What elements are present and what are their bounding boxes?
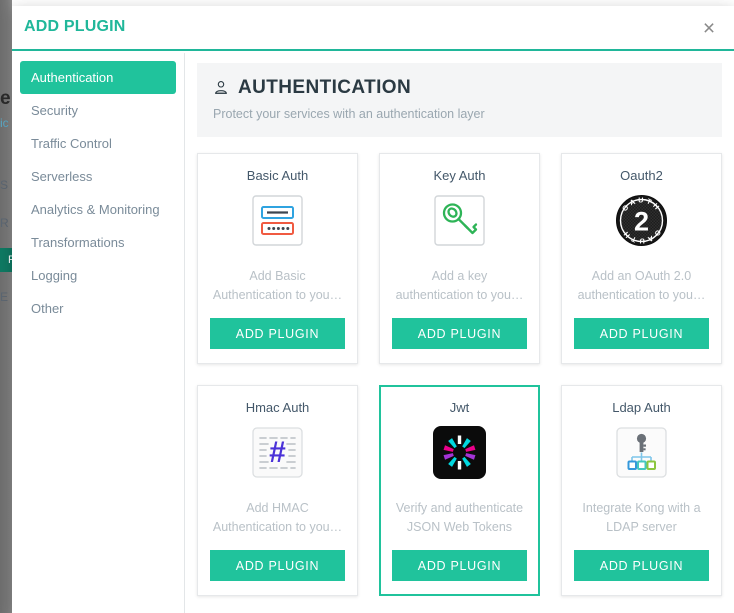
- sidebar-item-label: Security: [31, 103, 78, 118]
- sidebar-item-label: Analytics & Monitoring: [31, 202, 160, 217]
- plugin-card-title: Ldap Auth: [612, 400, 671, 415]
- sidebar-item-authentication[interactable]: Authentication: [20, 61, 176, 94]
- sidebar-item-traffic-control[interactable]: Traffic Control: [20, 127, 176, 160]
- plugin-card-description: Add a key authentication to you…: [395, 269, 524, 302]
- sidebar-item-transformations[interactable]: Transformations: [20, 226, 176, 259]
- sidebar-item-label: Logging: [31, 268, 78, 283]
- category-title-row: AUTHENTICATION: [213, 77, 706, 99]
- svg-text:2: 2: [634, 207, 649, 237]
- plugin-card-title: Hmac Auth: [245, 400, 310, 415]
- sidebar-item-label: Authentication: [31, 70, 114, 85]
- plugin-card-oauth2[interactable]: Oauth2 OAUTH OAUTH 2 Add an OAuth 2.0 au…: [561, 153, 722, 364]
- plugin-card-ldap-auth[interactable]: Ldap Auth Integrate Kong with a LDAP ser…: [561, 385, 722, 596]
- add-plugin-button[interactable]: ADD PLUGIN: [574, 318, 709, 349]
- plugin-category-sidebar: Authentication Security Traffic Control Ser…: [12, 53, 185, 613]
- sidebar-item-serverless[interactable]: Serverless: [20, 160, 176, 193]
- plugin-card-title: Basic Auth: [246, 168, 309, 183]
- sidebar-item-analytics-monitoring[interactable]: Analytics & Monitoring: [20, 193, 176, 226]
- plugin-card-grid: Basic Auth Add Basic Authentication to y…: [197, 153, 722, 613]
- ldap-auth-icon: [613, 424, 670, 481]
- svg-text:#: #: [269, 436, 286, 469]
- sidebar-item-label: Serverless: [31, 169, 93, 184]
- add-plugin-modal: ADD PLUGIN × Authentication Security Traff…: [12, 6, 734, 613]
- sidebar-item-label: Traffic Control: [31, 136, 112, 151]
- add-plugin-button[interactable]: ADD PLUGIN: [574, 550, 709, 581]
- plugin-content-panel: AUTHENTICATION Protect your services wit…: [185, 53, 734, 613]
- plugin-card-basic-auth[interactable]: Basic Auth Add Basic Authentication to y…: [197, 153, 358, 364]
- backdrop-text-fragment: ic: [0, 116, 9, 130]
- modal-header: ADD PLUGIN ×: [12, 6, 734, 51]
- modal-body: Authentication Security Traffic Control Ser…: [12, 53, 734, 613]
- sidebar-item-other[interactable]: Other: [20, 292, 176, 325]
- plugin-card-title: Key Auth: [433, 168, 486, 183]
- backdrop-text-fragment: E: [0, 290, 9, 304]
- add-plugin-button[interactable]: ADD PLUGIN: [392, 550, 527, 581]
- plugin-card-description: Add an OAuth 2.0 authentication to you…: [577, 269, 706, 302]
- add-plugin-button[interactable]: ADD PLUGIN: [210, 318, 345, 349]
- sidebar-item-label: Other: [31, 301, 64, 316]
- category-header: AUTHENTICATION Protect your services wit…: [197, 63, 722, 137]
- sidebar-item-security[interactable]: Security: [20, 94, 176, 127]
- basic-auth-icon: [249, 192, 306, 249]
- add-plugin-button[interactable]: ADD PLUGIN: [392, 318, 527, 349]
- jwt-icon: [431, 424, 488, 481]
- plugin-card-description: Add Basic Authentication to you…: [212, 269, 343, 302]
- plugin-card-jwt[interactable]: Jwt Verify and authenticate JSON Web Tok…: [379, 385, 540, 596]
- backdrop-text-fragment: S: [0, 178, 9, 192]
- plugin-card-hmac-auth[interactable]: Hmac Auth # Add HMAC Authentication to y…: [197, 385, 358, 596]
- category-subtitle: Protect your services with an authentica…: [213, 107, 485, 121]
- modal-title: ADD PLUGIN: [24, 18, 126, 35]
- add-plugin-button[interactable]: ADD PLUGIN: [210, 550, 345, 581]
- hmac-auth-icon: #: [249, 424, 306, 481]
- plugin-card-description: Add HMAC Authentication to you…: [212, 501, 343, 534]
- person-icon: [215, 81, 227, 94]
- close-icon[interactable]: ×: [694, 13, 724, 43]
- sidebar-item-label: Transformations: [31, 235, 125, 250]
- plugin-card-description: Verify and authenticate JSON Web Tokens: [395, 501, 524, 534]
- plugin-card-title: Jwt: [449, 400, 470, 415]
- plugin-card-title: Oauth2: [620, 168, 663, 183]
- plugin-card-key-auth[interactable]: Key Auth Add a key authentication to you…: [379, 153, 540, 364]
- backdrop-text-fragment: e: [0, 88, 11, 109]
- backdrop-text-fragment: R: [0, 216, 9, 230]
- oauth2-icon: OAUTH OAUTH 2: [613, 192, 670, 249]
- plugin-card-description: Integrate Kong with a LDAP server: [582, 501, 701, 534]
- key-auth-icon: [431, 192, 488, 249]
- category-title: AUTHENTICATION: [238, 77, 412, 98]
- sidebar-item-logging[interactable]: Logging: [20, 259, 176, 292]
